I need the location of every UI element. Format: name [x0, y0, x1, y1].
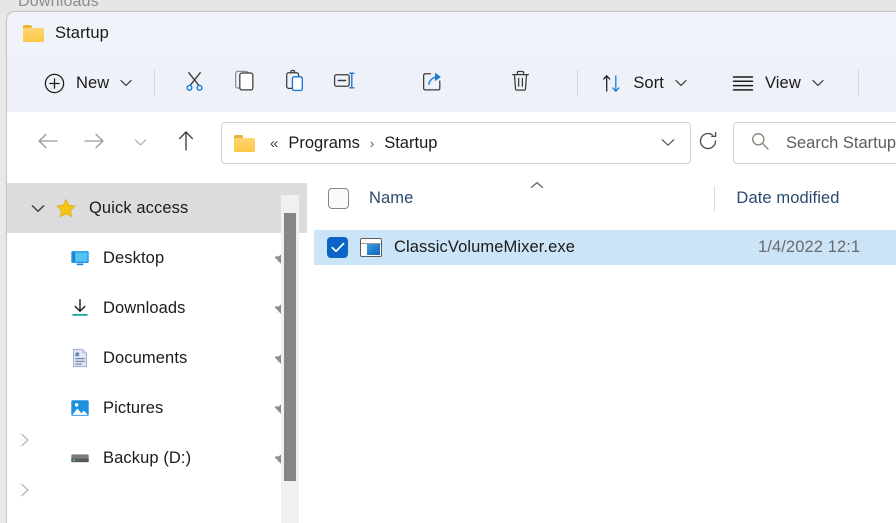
breadcrumb-startup[interactable]: Startup	[381, 134, 440, 153]
search-icon	[750, 131, 770, 156]
background-window-tab-label: Downloads	[18, 0, 99, 11]
sidebar-item-downloads[interactable]: Downloads	[7, 283, 307, 333]
share-icon	[420, 68, 445, 98]
address-bar[interactable]: « Programs › Startup	[221, 122, 691, 164]
sidebar-item-label: Quick access	[89, 199, 188, 218]
file-name: ClassicVolumeMixer.exe	[394, 238, 575, 257]
sidebar-item-documents[interactable]: Documents	[7, 333, 307, 383]
command-bar: New	[7, 54, 896, 112]
desktop-monitor-icon	[69, 247, 91, 269]
new-button[interactable]: New	[35, 64, 140, 102]
recent-locations-button[interactable]	[121, 124, 159, 162]
cut-button[interactable]	[169, 64, 219, 102]
chevron-down-icon	[661, 134, 675, 152]
chevron-down-icon	[134, 134, 147, 152]
up-button[interactable]	[167, 124, 205, 162]
file-explorer-window: Startup New	[6, 11, 896, 523]
folder-icon	[23, 25, 44, 42]
arrow-up-icon	[176, 129, 196, 158]
toolbar-divider-2	[577, 70, 578, 96]
chevron-up-icon	[530, 181, 544, 189]
tree-expand-chevron-partial-1[interactable]	[6, 433, 31, 447]
tab-startup[interactable]: Startup	[55, 24, 109, 43]
sort-label: Sort	[633, 74, 664, 93]
copy-icon	[232, 68, 257, 98]
back-button[interactable]	[29, 124, 67, 162]
share-button[interactable]	[407, 64, 457, 102]
forward-button[interactable]	[75, 124, 113, 162]
table-row[interactable]: ClassicVolumeMixer.exe 1/4/2022 12:1	[314, 230, 896, 265]
chevron-down-icon	[675, 79, 687, 87]
sort-button[interactable]: Sort	[592, 64, 695, 102]
sidebar-item-label: Backup (D:)	[103, 449, 191, 468]
arrow-right-icon	[82, 131, 106, 156]
sidebar-scrollbar-thumb[interactable]	[284, 213, 296, 481]
address-dropdown-button[interactable]	[654, 134, 682, 152]
rename-button[interactable]	[319, 64, 369, 102]
tree-expand-chevron-partial-2[interactable]	[6, 483, 31, 497]
column-divider[interactable]	[714, 186, 715, 212]
hard-drive-icon	[69, 447, 91, 469]
column-header-name[interactable]: Name	[369, 189, 413, 208]
new-label: New	[76, 74, 109, 93]
chevron-down-icon	[120, 79, 132, 87]
paste-icon	[282, 68, 307, 98]
content-area: Quick access Desktop	[7, 175, 896, 523]
search-input[interactable]: Search Startup	[786, 134, 896, 153]
sort-arrows-icon	[600, 72, 623, 95]
scissors-icon	[182, 68, 207, 98]
sidebar-scrollbar[interactable]	[281, 195, 299, 523]
select-all-checkbox[interactable]	[328, 188, 349, 209]
delete-button[interactable]	[495, 64, 545, 102]
chevron-down-icon	[812, 79, 824, 87]
breadcrumb-overflow[interactable]: «	[262, 135, 285, 152]
picture-icon	[69, 397, 91, 419]
navigation-bar: « Programs › Startup	[7, 112, 896, 174]
list-lines-icon	[731, 73, 755, 93]
refresh-icon	[697, 130, 719, 157]
title-bar: Startup	[7, 12, 896, 54]
sidebar-item-desktop[interactable]: Desktop	[7, 233, 307, 283]
file-date-modified: 1/4/2022 12:1	[758, 238, 860, 257]
sidebar-item-quick-access[interactable]: Quick access	[7, 183, 307, 233]
plus-circle-icon	[43, 72, 66, 95]
folder-icon	[234, 135, 255, 152]
download-arrow-icon	[69, 297, 91, 319]
breadcrumb-separator: ›	[363, 136, 381, 151]
sidebar-item-backup-d[interactable]: Backup (D:)	[7, 433, 307, 483]
file-list-pane: Name Date modified ClassicVolumeMixer.ex…	[307, 175, 896, 523]
arrow-left-icon	[36, 131, 60, 156]
sidebar-item-pictures[interactable]: Pictures	[7, 383, 307, 433]
sidebar-item-label: Desktop	[103, 249, 164, 268]
toolbar-divider-1	[154, 70, 155, 96]
sidebar-item-label: Downloads	[103, 299, 186, 318]
view-button[interactable]: View	[723, 64, 832, 102]
star-icon	[55, 197, 77, 219]
column-header-row: Name Date modified	[308, 175, 896, 223]
navigation-pane: Quick access Desktop	[7, 175, 307, 523]
chevron-down-icon[interactable]	[21, 204, 55, 213]
sidebar-item-label: Pictures	[103, 399, 163, 418]
paste-button[interactable]	[269, 64, 319, 102]
refresh-button[interactable]	[697, 124, 719, 162]
trash-icon	[508, 68, 533, 98]
rename-icon	[332, 68, 357, 98]
breadcrumb-programs[interactable]: Programs	[285, 134, 363, 153]
column-header-date-modified[interactable]: Date modified	[736, 189, 839, 208]
search-box[interactable]: Search Startup	[733, 122, 896, 164]
screen: Downloads Startup New	[0, 0, 896, 523]
toolbar-divider-3	[858, 70, 859, 96]
row-checkbox[interactable]	[327, 237, 348, 258]
view-label: View	[765, 74, 801, 93]
document-icon	[69, 347, 91, 369]
sidebar-item-label: Documents	[103, 349, 187, 368]
application-window-icon	[360, 238, 382, 257]
copy-button[interactable]	[219, 64, 269, 102]
